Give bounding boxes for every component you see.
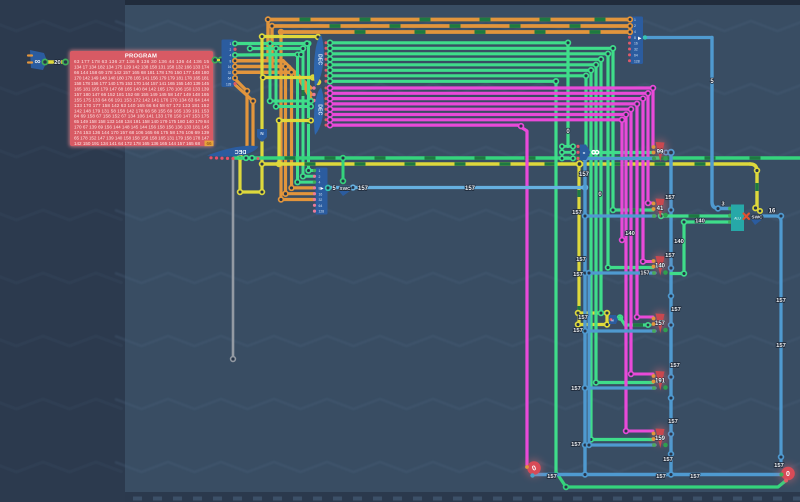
svg-text:16: 16 [319,192,323,196]
svg-text:157: 157 [670,363,680,369]
svg-text:157: 157 [465,186,476,192]
svg-text:64: 64 [634,54,638,58]
svg-text:157: 157 [579,172,590,178]
svg-text:157: 157 [776,343,786,349]
svg-text:158 178 156 177 140 175 153 17: 158 178 156 177 140 175 153 170 144 157 … [74,81,209,86]
svg-text:16: 16 [228,65,232,69]
svg-text:170 142 149 148 140 180 178 16: 170 142 149 148 140 180 178 165 141 156 … [74,76,209,81]
svg-text:DEC: DEC [317,54,323,65]
svg-text:157: 157 [671,307,681,313]
svg-text:157: 157 [690,474,700,480]
svg-text:157: 157 [576,257,586,263]
svg-text:157: 157 [571,442,581,448]
svg-text:157: 157 [655,321,666,327]
svg-text:1: 1 [319,169,321,173]
svg-text:157: 157 [656,474,666,480]
svg-text:142 148 179 131 58 158 142 178: 142 148 179 131 58 158 142 178 66 58 155… [74,108,209,113]
svg-text:157: 157 [668,419,678,425]
svg-text:157 180 147 66 152 181 152 68: 157 180 147 66 152 181 152 68 155 149 14… [74,92,209,97]
svg-text:157: 157 [665,253,675,259]
svg-text:0: 0 [786,471,790,478]
svg-text:128: 128 [634,59,640,63]
svg-text:1: 1 [230,42,232,46]
svg-text:174 153 136 144 170 157 68 106: 174 153 136 144 170 157 68 106 165 66 17… [74,130,209,135]
svg-text:66: 66 [206,141,212,146]
svg-text:133 170 177 158 142 63 140 165: 133 170 177 158 142 63 140 165 66 64 58 … [74,103,209,108]
svg-text:4: 4 [319,181,321,185]
svg-text:155 175 133 64 66 191 153 172: 155 175 133 64 66 191 153 172 142 141 17… [74,97,209,102]
svg-text:157: 157 [776,298,786,304]
svg-text:65 178 152 147 139 140 158 158: 65 178 152 147 139 140 158 158 158 158 1… [74,136,209,141]
svg-text:157: 157 [573,328,583,334]
svg-text:▶: ▶ [638,36,642,41]
svg-text:4: 4 [230,54,232,58]
svg-text:2: 2 [634,24,636,28]
svg-text:84 69 158 67 158 152 67 134 10: 84 69 158 67 158 152 67 134 106 141 133 … [74,114,209,119]
svg-text:142 150 191 134 141 64 172 178: 142 150 191 134 141 64 172 178 165 136 1… [74,141,200,146]
svg-text:157: 157 [774,463,784,469]
svg-text:65 149 158 158 133 148 134 191: 65 149 158 158 133 148 134 191 158 140 1… [74,119,209,124]
svg-text:∞: ∞ [34,56,40,66]
svg-text:128: 128 [319,210,325,214]
svg-text:32: 32 [319,198,323,202]
svg-text:32: 32 [634,48,638,52]
svg-text:2: 2 [230,48,232,52]
svg-text:99: 99 [657,150,664,156]
svg-text:157: 157 [640,271,649,277]
svg-text:191: 191 [655,379,666,385]
svg-text:20: 20 [54,60,60,66]
svg-text:3: 3 [721,202,724,208]
svg-text:66 144 158 69 178 142 157 165: 66 144 158 69 178 142 157 165 68 181 178… [74,70,209,75]
svg-text:170 67 139 69 156 144 148 145: 170 67 139 69 156 144 148 145 144 156 15… [74,125,209,130]
svg-text:16: 16 [769,209,776,215]
svg-text:41: 41 [657,206,664,212]
svg-text:157: 157 [573,272,583,278]
svg-text:DEC: DEC [317,104,323,115]
svg-text:159: 159 [655,436,666,442]
svg-text:63 177 178 63 136 27 136 8 136: 63 177 178 63 136 27 136 8 136 30 136 44… [74,59,209,64]
svg-text:157: 157 [665,195,675,201]
svg-text:64: 64 [319,204,323,208]
svg-text:32: 32 [228,71,232,75]
svg-text:140: 140 [695,219,705,225]
svg-text:ALU: ALU [734,217,741,221]
svg-text:134 17 134 182 134 175 129 142: 134 17 134 182 134 175 129 142 138 158 1… [74,65,209,70]
svg-text:1: 1 [634,18,636,22]
svg-text:157: 157 [663,457,673,463]
svg-text:128: 128 [226,82,232,86]
svg-text:DEC: DEC [235,148,247,154]
svg-text:16: 16 [634,42,638,46]
svg-text:140: 140 [625,231,635,237]
svg-text:140: 140 [655,264,666,270]
svg-text:2: 2 [319,175,321,179]
svg-text:8: 8 [230,59,232,63]
svg-text:4: 4 [634,30,636,34]
svg-text:157: 157 [578,315,588,321]
svg-text:157: 157 [571,386,581,392]
svg-text:140: 140 [674,239,684,245]
svg-text:8: 8 [634,36,636,40]
svg-text:157: 157 [572,210,582,216]
svg-text:165 181 165 179 147 68 165 140: 165 181 165 179 147 68 165 140 84 142 16… [74,86,209,91]
svg-text:157: 157 [358,186,369,192]
svg-text:64: 64 [228,77,232,81]
svg-text:157: 157 [547,474,557,480]
